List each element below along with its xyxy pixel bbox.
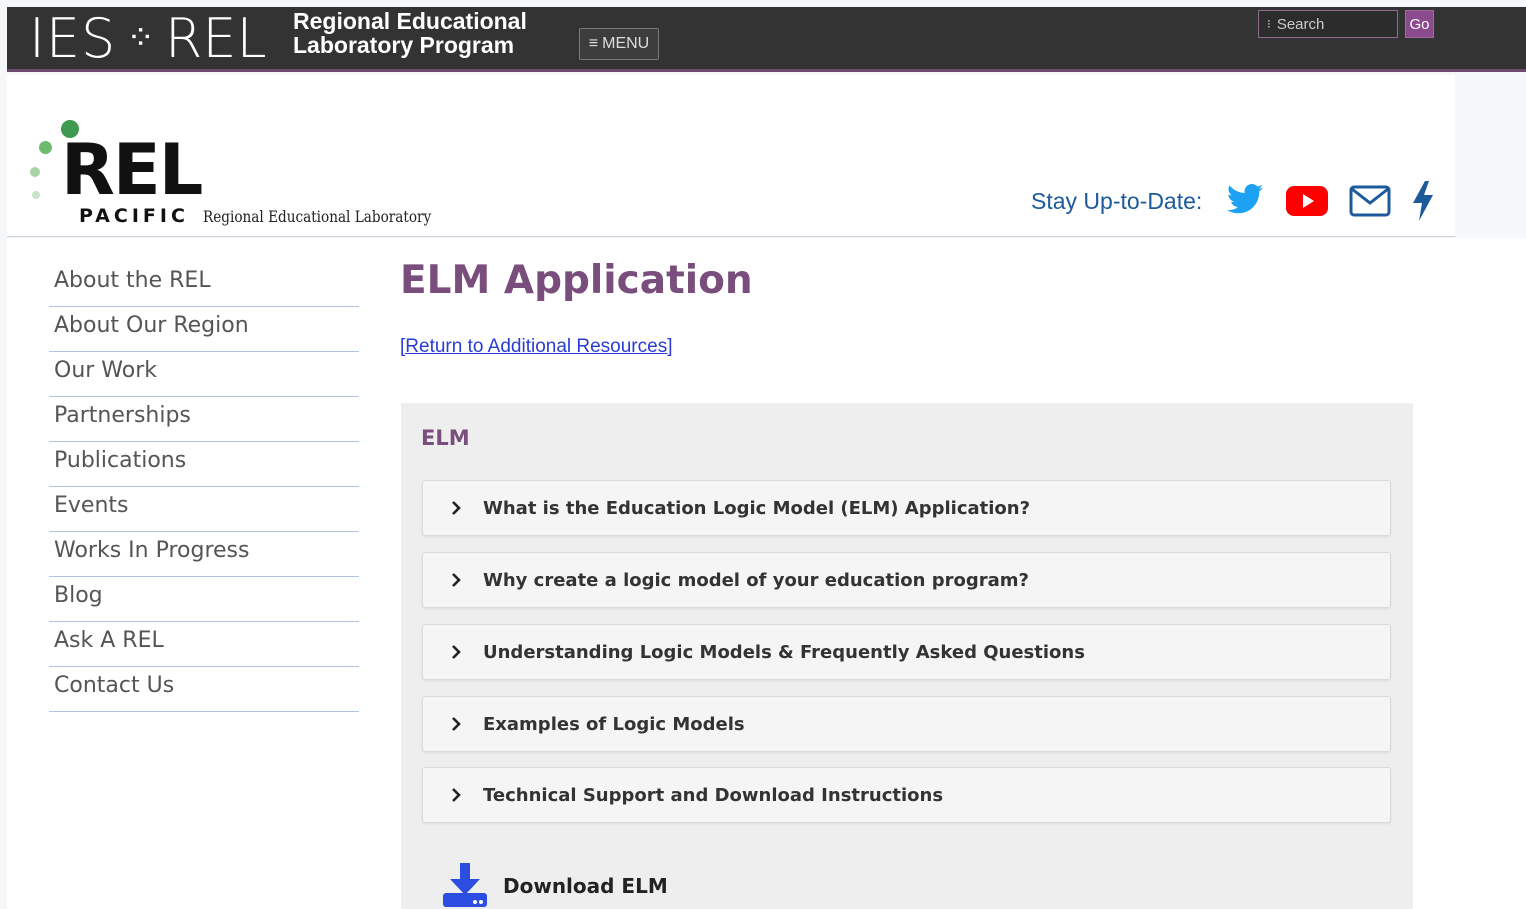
logo-subtitle: Regional Educational Laboratory — [203, 207, 432, 226]
panel-title: ELM — [421, 426, 470, 450]
sidebar-item-ask-a-rel[interactable]: Ask A REL — [49, 622, 359, 667]
sidebar-item-works-in-progress[interactable]: Works In Progress — [49, 532, 359, 577]
sidebar-item-partnerships[interactable]: Partnerships — [49, 397, 359, 442]
logo-dot-mid — [39, 141, 52, 154]
ies-text: IES — [29, 6, 117, 70]
download-elm-link[interactable]: Download ELM — [441, 863, 668, 909]
dots-separator-icon: ⁘ — [126, 18, 155, 58]
program-line-1: Regional Educational — [293, 8, 527, 34]
accordion-item-what-is-elm[interactable]: What is the Education Logic Model (ELM) … — [422, 480, 1391, 536]
accordion-label: Understanding Logic Models & Frequently … — [483, 641, 1085, 663]
search-input[interactable] — [1276, 15, 1381, 33]
chevron-right-icon — [452, 717, 461, 731]
accordion-label: Why create a logic model of your educati… — [483, 569, 1029, 591]
rel-text: REL — [164, 6, 267, 70]
accordion-item-examples[interactable]: Examples of Logic Models — [422, 696, 1391, 752]
logo-pacific-text: PACIFIC — [79, 205, 189, 227]
sidebar-item-about-our-region[interactable]: About Our Region — [49, 307, 359, 352]
accordion-item-why-create[interactable]: Why create a logic model of your educati… — [422, 552, 1391, 608]
go-button[interactable]: Go — [1405, 10, 1434, 38]
accordion-label: Technical Support and Download Instructi… — [483, 784, 944, 806]
accordion-label: Examples of Logic Models — [483, 713, 745, 735]
sidebar-item-publications[interactable]: Publications — [49, 442, 359, 487]
top-bar: IES ⁘ REL Regional Educational Laborator… — [7, 7, 1526, 72]
chevron-right-icon — [452, 645, 461, 659]
sidebar-item-our-work[interactable]: Our Work — [49, 352, 359, 397]
download-icon — [443, 863, 487, 907]
accordion-item-technical-support[interactable]: Technical Support and Download Instructi… — [422, 767, 1391, 823]
youtube-icon[interactable] — [1286, 186, 1328, 216]
sidebar-nav: About the REL About Our Region Our Work … — [49, 262, 359, 712]
rel-pacific-logo[interactable]: REL PACIFIC Regional Educational Laborat… — [27, 117, 431, 237]
sidebar-item-blog[interactable]: Blog — [49, 577, 359, 622]
logo-dot-light — [30, 167, 40, 177]
elm-panel: ELM What is the Education Logic Model (E… — [401, 403, 1413, 909]
twitter-icon[interactable] — [1227, 183, 1263, 215]
chevron-right-icon — [452, 788, 461, 802]
chevron-right-icon — [452, 501, 461, 515]
logo-dot-pale — [32, 191, 40, 199]
site-header: REL PACIFIC Regional Educational Laborat… — [7, 75, 1455, 237]
page-title: ELM Application — [400, 258, 753, 303]
program-line-2: Laboratory Program — [293, 32, 515, 58]
stay-up-to-date-label: Stay Up-to-Date: — [1031, 188, 1203, 214]
accordion-item-understanding-faq[interactable]: Understanding Logic Models & Frequently … — [422, 624, 1391, 680]
accordion-label: What is the Education Logic Model (ELM) … — [483, 497, 1031, 519]
content-area: About the REL About Our Region Our Work … — [7, 238, 1526, 909]
return-to-resources-link[interactable]: [Return to Additional Resources] — [400, 336, 673, 358]
download-elm-label: Download ELM — [503, 874, 668, 898]
sidebar-item-events[interactable]: Events — [49, 487, 359, 532]
search-box: ⁝ — [1258, 10, 1398, 38]
sidebar-item-about-the-rel[interactable]: About the REL — [49, 262, 359, 307]
email-icon[interactable] — [1349, 185, 1391, 217]
menu-label: MENU — [602, 35, 650, 52]
logo-rel-text: REL — [61, 129, 203, 211]
sidebar-item-contact-us[interactable]: Contact Us — [49, 667, 359, 712]
search-dots-icon: ⁝ — [1267, 17, 1271, 31]
hamburger-icon: ≡ — [588, 35, 599, 52]
lightning-icon[interactable] — [1411, 181, 1435, 221]
chevron-right-icon — [452, 573, 461, 587]
program-title: Regional Educational Laboratory Program — [293, 9, 527, 57]
ies-rel-logo[interactable]: IES ⁘ REL — [29, 6, 267, 70]
menu-button[interactable]: ≡ MENU — [579, 28, 659, 60]
